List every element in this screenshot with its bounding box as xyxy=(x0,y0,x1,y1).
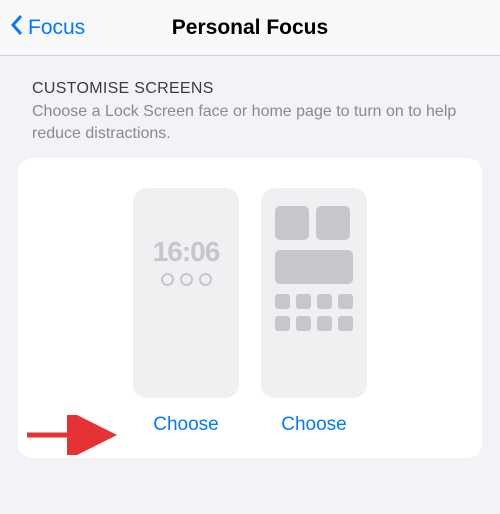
lock-screen-option: 16:06 Choose xyxy=(133,188,239,436)
home-screen-grid-icon xyxy=(275,206,353,384)
choose-home-screen-button[interactable]: Choose xyxy=(281,414,347,436)
choose-lock-screen-button[interactable]: Choose xyxy=(153,414,219,436)
section-header: CUSTOMISE SCREENS Choose a Lock Screen f… xyxy=(0,56,500,150)
chevron-left-icon xyxy=(10,14,24,42)
header: Focus Personal Focus xyxy=(0,0,500,56)
home-screen-option: Choose xyxy=(261,188,367,436)
lock-screen-time: 16:06 xyxy=(133,236,239,268)
lock-screen-preview[interactable]: 16:06 xyxy=(133,188,239,398)
home-screen-preview[interactable] xyxy=(261,188,367,398)
section-subtitle: Choose a Lock Screen face or home page t… xyxy=(32,101,468,144)
lock-screen-dots-icon xyxy=(133,273,239,286)
section-title: CUSTOMISE SCREENS xyxy=(32,80,468,98)
back-button[interactable]: Focus xyxy=(10,14,85,42)
back-label: Focus xyxy=(28,16,85,40)
customise-screens-card: 16:06 Choose xyxy=(18,158,482,458)
page-title: Personal Focus xyxy=(172,16,328,40)
